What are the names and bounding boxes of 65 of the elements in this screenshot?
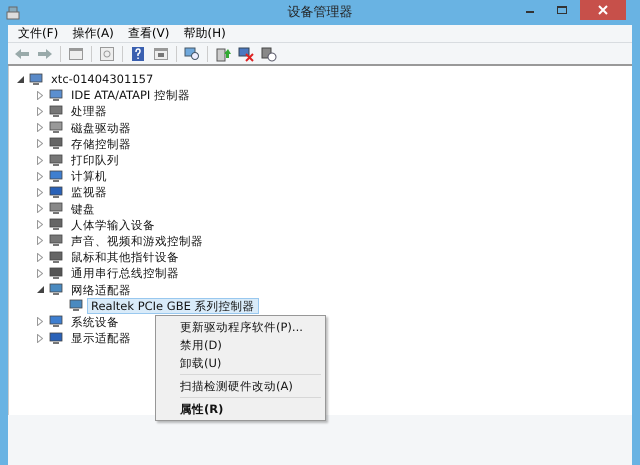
tree-item[interactable]: 磁盘驱动器	[67, 120, 135, 136]
device-icon	[49, 250, 63, 264]
collapse-arrow-icon[interactable]	[36, 286, 44, 294]
expand-arrow-icon[interactable]	[37, 268, 43, 278]
device-icon	[49, 121, 63, 134]
network-icon	[69, 299, 83, 312]
tree-item[interactable]: 系统设备	[67, 314, 123, 330]
expand-arrow-icon[interactable]	[37, 139, 43, 148]
expand-arrow-icon[interactable]	[37, 106, 43, 116]
tree-item[interactable]: 鼠标和其他指针设备	[67, 249, 183, 266]
expand-arrow-icon[interactable]	[37, 220, 43, 230]
tree-item[interactable]: 网络适配器	[67, 282, 135, 298]
menu-item[interactable]: 查看(V)	[122, 26, 176, 41]
tree-item[interactable]: IDE ATA/ATAPI 控制器	[67, 87, 194, 104]
tree-item[interactable]: 监视器	[67, 184, 111, 200]
expand-arrow-icon[interactable]	[37, 204, 43, 214]
tree-item[interactable]: 人体学输入设备	[67, 216, 159, 233]
tree-item[interactable]: 显示适配器	[67, 330, 135, 346]
device-icon	[49, 137, 63, 150]
context-menu-item[interactable]: 属性(R)	[158, 400, 323, 418]
menu-item[interactable]: 帮助(H)	[177, 26, 232, 41]
tree-item[interactable]: Realtek PCIe GBE 系列控制器	[87, 298, 258, 314]
device-icon	[49, 266, 63, 280]
expand-arrow-icon[interactable]	[37, 334, 43, 343]
expand-arrow-icon[interactable]	[37, 123, 43, 132]
expand-arrow-icon[interactable]	[37, 90, 43, 100]
device-icon	[49, 218, 63, 232]
device-icon	[49, 202, 63, 216]
tree-item[interactable]: 通用串行总线控制器	[67, 265, 183, 282]
expand-arrow-icon[interactable]	[37, 236, 43, 246]
device-icon	[49, 170, 63, 183]
expand-arrow-icon[interactable]	[37, 252, 43, 262]
device-icon	[49, 88, 63, 102]
tree-item[interactable]: 计算机	[67, 168, 111, 184]
close-button[interactable]	[580, 0, 626, 20]
device-icon	[49, 315, 63, 328]
tree-item[interactable]: 存储控制器	[67, 136, 135, 152]
expand-arrow-icon[interactable]	[37, 172, 43, 181]
menu-item[interactable]: 文件(F)	[12, 26, 64, 41]
tree-item[interactable]: 声音、视频和游戏控制器	[67, 232, 207, 249]
device-icon	[49, 283, 63, 296]
tree-item[interactable]: 处理器	[67, 103, 111, 120]
close-icon	[598, 5, 608, 15]
window-title: 设备管理器	[288, 4, 352, 20]
collapse-arrow-icon[interactable]	[16, 76, 24, 83]
device-icon	[49, 186, 63, 199]
app-icon	[6, 6, 20, 20]
menu-item[interactable]: 操作(A)	[66, 26, 120, 41]
computer-icon	[29, 72, 43, 86]
tree-item[interactable]: 键盘	[67, 200, 99, 217]
expand-arrow-icon[interactable]	[37, 317, 43, 326]
context-menu-item[interactable]: 扫描检测硬件改动(A)	[158, 377, 323, 395]
tree-item[interactable]: 打印队列	[67, 152, 123, 168]
tree-item[interactable]: xtc-01404301157	[47, 71, 158, 88]
context-menu-item[interactable]: 禁用(D)	[158, 336, 323, 354]
context-menu-item[interactable]: 卸载(U)	[158, 354, 323, 372]
context-menu-item[interactable]: 更新驱动程序软件(P)...	[158, 318, 323, 336]
expand-arrow-icon[interactable]	[37, 156, 43, 165]
device-icon	[49, 332, 63, 345]
device-icon	[49, 104, 63, 118]
maximize-icon	[556, 5, 568, 15]
expand-arrow-icon[interactable]	[37, 188, 43, 197]
properties-icon[interactable]	[97, 44, 117, 63]
device-icon	[49, 234, 63, 248]
device-icon	[49, 154, 63, 167]
